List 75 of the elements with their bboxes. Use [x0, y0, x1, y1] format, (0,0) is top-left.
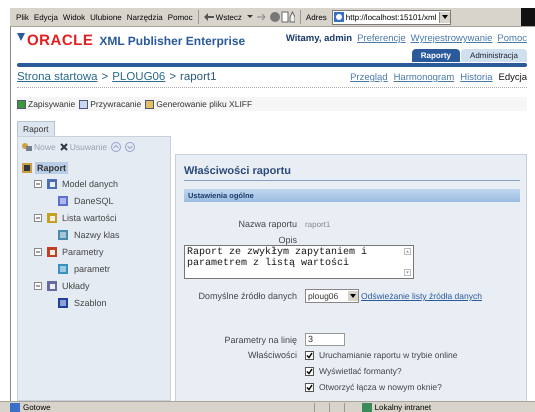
navigation-icons-drawing — [246, 11, 295, 23]
breadcrumb-separator: > — [102, 71, 108, 83]
main-tab[interactable]: Administracja — [460, 49, 527, 62]
main-tab[interactable]: Raporty — [412, 49, 460, 62]
tree-item[interactable]: Parametry — [62, 246, 104, 256]
dropdown-arrow-icon — [350, 294, 356, 298]
checkbox[interactable] — [305, 350, 314, 360]
tree-item[interactable]: Model danych — [62, 178, 118, 188]
toolbar-button[interactable]: Zapisywanie — [17, 97, 76, 111]
toolbar-button[interactable]: Przywracanie — [79, 97, 142, 111]
toolbar-button[interactable]: Generowanie pliku XLIFF — [145, 97, 252, 111]
subnav-link[interactable]: Przegląd — [350, 72, 388, 83]
triangle-icon — [17, 33, 25, 41]
scroll-up-icon[interactable] — [404, 248, 411, 255]
field-label: Właściwości — [246, 350, 297, 360]
header-link[interactable]: Pomoc — [497, 33, 527, 44]
breadcrumb-link[interactable]: Strona startowa — [17, 71, 98, 83]
status-text: Gotowe — [23, 402, 51, 412]
field-label: Opis — [277, 235, 297, 245]
breadcrumb-current: raport1 — [180, 71, 216, 83]
field-label: Nazwa raportu — [237, 219, 297, 229]
welcome-text: Witamy, admin — [286, 33, 352, 44]
checkbox-label: Uruchamianie raportu w trybie online — [319, 350, 458, 360]
item-icon — [58, 264, 68, 274]
collapse-icon[interactable] — [34, 248, 42, 256]
checkbox-label: Otworzyć łącza w nowym oknie? — [319, 382, 442, 392]
oracle-logo: ORACLE — [27, 33, 94, 49]
report-icon — [22, 163, 32, 173]
cross-icon — [60, 143, 68, 151]
back-button[interactable]: Wstecz — [204, 12, 242, 22]
collapse-icon[interactable] — [34, 180, 42, 188]
data-source-dropdown[interactable]: ploug06 — [305, 289, 359, 303]
tree-item[interactable]: Lista wartości — [62, 212, 117, 222]
checkbox[interactable] — [305, 382, 314, 392]
zone-text: Lokalny intranet — [374, 402, 432, 412]
panel-title: Właściwości raportu — [184, 165, 520, 181]
menu-item[interactable]: Widok — [62, 12, 86, 22]
subnav-link[interactable]: Edycja — [498, 72, 527, 83]
tree-item[interactable]: Szablon — [74, 298, 107, 308]
menu-item[interactable]: Plik — [16, 12, 29, 22]
checkbox[interactable] — [305, 366, 314, 376]
subnav-link[interactable]: Harmonogram — [394, 72, 454, 83]
back-arrow-icon — [204, 13, 214, 21]
new-item-icon — [22, 143, 32, 151]
checkbox-label: Wyświetlać formanty? — [319, 366, 402, 376]
field-value: raport1 — [305, 220, 330, 228]
item-icon — [58, 196, 68, 206]
scroll-down-icon[interactable] — [404, 269, 411, 276]
tree-item[interactable]: Nazwy klas — [74, 230, 120, 240]
refresh-link[interactable]: Odświeżanie listy źródła danych — [361, 291, 482, 301]
menu-item[interactable]: Narzędzia — [126, 12, 163, 22]
header-link[interactable]: Wyrejestrowywanie — [410, 33, 492, 44]
tree-item[interactable]: Układy — [62, 280, 90, 290]
address-label: Adres — [306, 12, 327, 22]
description-field[interactable]: Raport ze zwykłym zapytaniem i parametrem z listą wartości — [184, 245, 414, 279]
params-per-line-field[interactable]: 3 — [305, 333, 345, 346]
product-title: XML Publisher Enterprise — [99, 33, 246, 49]
tree-item[interactable]: parametr — [74, 264, 110, 274]
breadcrumb-separator: > — [169, 71, 176, 83]
menu-item[interactable]: Ulubione — [90, 12, 122, 22]
collapse-icon[interactable] — [34, 214, 42, 222]
field-label: Parametry na linię — [223, 334, 297, 344]
subnav-link[interactable]: Historia — [460, 72, 492, 83]
tree-item[interactable]: DaneSQL — [74, 196, 114, 206]
field-label: Domyślne źródło danych — [197, 291, 297, 301]
menu-item[interactable]: Edycja — [34, 12, 58, 22]
collapse-icon[interactable] — [34, 282, 42, 290]
panel-tab[interactable]: Raport — [17, 121, 55, 136]
item-icon — [58, 298, 68, 308]
tree-item[interactable]: Raport — [35, 162, 68, 174]
address-field[interactable]: http://localhost:15101/xml — [332, 10, 450, 24]
breadcrumb-link[interactable]: PLOUG06 — [112, 71, 166, 83]
menu-item[interactable]: Pomoc — [168, 12, 193, 22]
item-icon — [58, 230, 68, 240]
header-link[interactable]: Preferencje — [357, 33, 406, 44]
